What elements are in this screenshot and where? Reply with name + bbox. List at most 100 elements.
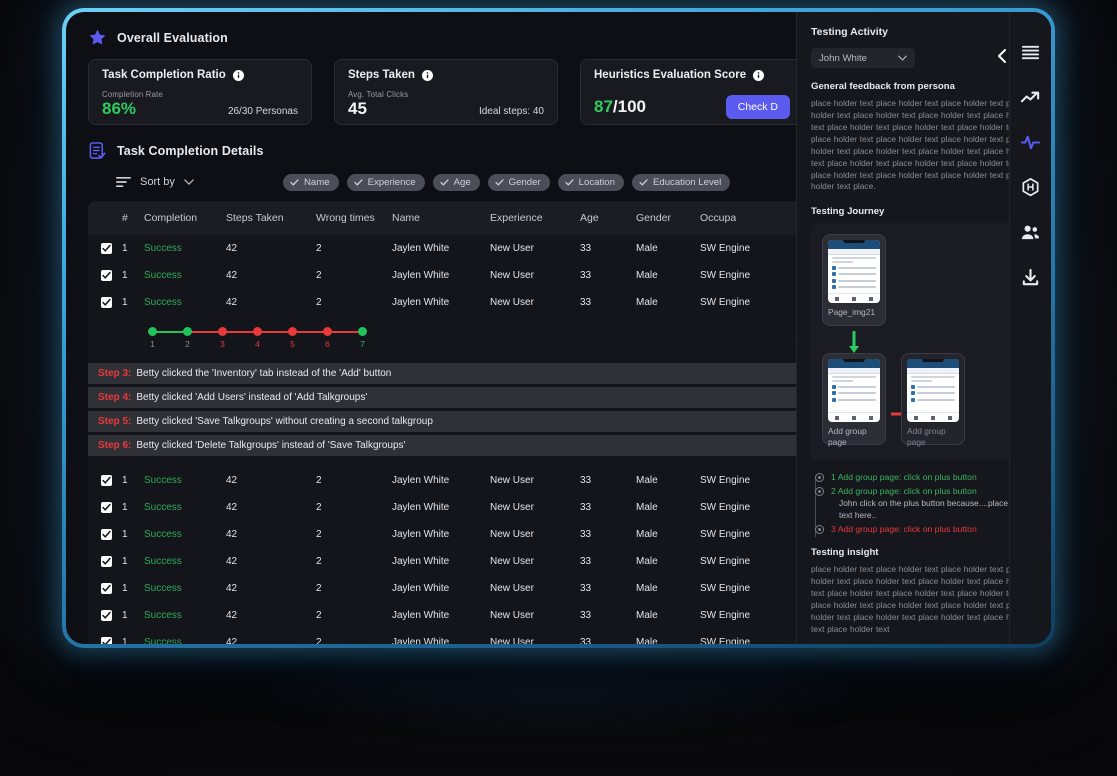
journey-card-add-group-page-1[interactable]: Add group page (822, 353, 886, 447)
row-select-checkbox[interactable] (88, 297, 122, 308)
filter-chip-gender[interactable]: Gender (487, 173, 550, 191)
cell-experience: New User (490, 502, 534, 513)
checkbox[interactable] (101, 270, 112, 281)
previous-persona-button[interactable] (997, 48, 1007, 68)
star-icon (88, 28, 107, 47)
table-row[interactable]: 1 Success 42 2 Jaylen White New User 33 Male SW … (88, 521, 804, 548)
phone-text (917, 392, 955, 395)
checkbox[interactable] (101, 475, 112, 486)
timeline-node[interactable] (323, 327, 332, 336)
table-row[interactable]: 1 Success 42 2 Jaylen White New User 33 Male SW … (88, 548, 804, 575)
row-select-checkbox[interactable] (88, 610, 122, 621)
cell-gender: Male (636, 529, 658, 540)
filter-chip-experience[interactable]: Experience (346, 173, 425, 191)
cell-age: 33 (580, 529, 592, 540)
sort-by-control[interactable]: Sort by (88, 176, 283, 188)
activity-pulse-icon[interactable] (1020, 132, 1041, 153)
trending-up-icon[interactable] (1020, 87, 1041, 108)
table-row[interactable]: 1 Success 42 2 Jaylen White New User 33 Male SW … (88, 289, 804, 316)
info-icon[interactable] (753, 69, 765, 81)
journey-step[interactable]: 1 Add group page: click on plus button (815, 471, 1039, 483)
error-step-row[interactable]: Step 4: Betty clicked 'Add Users' instead… (88, 387, 804, 408)
table-row[interactable]: 1 Success 42 2 Jaylen White New User 33 Male SW … (88, 602, 804, 629)
menu-icon[interactable] (1020, 42, 1041, 63)
checkbox[interactable] (101, 583, 112, 594)
checkbox[interactable] (101, 610, 112, 621)
row-select-checkbox[interactable] (88, 529, 122, 540)
cell-gender: Male (636, 243, 658, 254)
checkbox[interactable] (101, 556, 112, 567)
checkbox[interactable] (101, 502, 112, 513)
timeline-node[interactable] (218, 327, 227, 336)
error-step-row[interactable]: Step 3: Betty clicked the 'Inventory' tab… (88, 363, 804, 384)
column-header-steps-taken: Steps Taken (226, 212, 284, 224)
checkbox[interactable] (101, 243, 112, 254)
timeline-node[interactable] (253, 327, 262, 336)
filter-chip-age[interactable]: Age (432, 173, 480, 191)
row-select-checkbox[interactable] (88, 583, 122, 594)
error-step-row[interactable]: Step 5: Betty clicked 'Save Talkgroups' w… (88, 411, 804, 432)
row-select-checkbox[interactable] (88, 475, 122, 486)
cell-completion: Success (144, 243, 182, 254)
document-check-icon (88, 141, 107, 160)
filter-chip-label: Gender (508, 176, 541, 188)
cell-name: Jaylen White (392, 502, 450, 513)
cell-steps-taken: 42 (226, 475, 238, 486)
column-header-completion: Completion (144, 212, 198, 224)
task-completion-details-header: Task Completion Details (88, 141, 804, 160)
table-row[interactable]: 1 Success 42 2 Jaylen White New User 33 Male SW … (88, 467, 804, 494)
info-icon[interactable] (232, 69, 244, 81)
timeline-segment (257, 330, 292, 333)
phone-screenshot (828, 359, 880, 423)
cell-experience: New User (490, 610, 534, 621)
phone-status-bar (828, 240, 880, 250)
phone-text (838, 266, 876, 269)
filter-chip-education-level[interactable]: Education Level (631, 173, 731, 191)
download-icon[interactable] (1020, 267, 1041, 288)
cell-index: 1 (122, 637, 128, 644)
cell-age: 33 (580, 270, 592, 281)
cell-age: 33 (580, 583, 592, 594)
phone-bullet (832, 391, 836, 396)
journey-step[interactable]: 3 Add group page: click on plus button (815, 523, 1039, 535)
journey-card-page-img21[interactable]: Page_img21 (822, 234, 886, 327)
filter-chip-location[interactable]: Location (557, 173, 624, 191)
timeline-node[interactable] (183, 327, 192, 336)
table-row[interactable]: 1 Success 42 2 Jaylen White New User 33 Male SW … (88, 575, 804, 602)
table-row[interactable]: 1 Success 42 2 Jaylen White New User 33 Male SW … (88, 494, 804, 521)
cell-index: 1 (122, 529, 128, 540)
users-icon[interactable] (1020, 222, 1041, 243)
sort-by-label: Sort by (140, 176, 175, 188)
checkbox[interactable] (101, 297, 112, 308)
timeline-node[interactable] (358, 327, 367, 336)
panel-collapse-handle[interactable] (797, 342, 798, 376)
phone-tabbar (828, 249, 880, 256)
hexagon-h-icon[interactable] (1020, 177, 1041, 198)
row-select-checkbox[interactable] (88, 637, 122, 644)
row-select-checkbox[interactable] (88, 556, 122, 567)
table-row[interactable]: 1 Success 42 2 Jaylen White New User 33 Male SW … (88, 235, 804, 262)
table-row[interactable]: 1 Success 42 2 Jaylen White New User 33 Male SW … (88, 629, 804, 644)
table-row[interactable]: 1 Success 42 2 Jaylen White New User 33 Male SW … (88, 262, 804, 289)
row-select-checkbox[interactable] (88, 502, 122, 513)
cell-occupation: SW Engine (700, 637, 751, 644)
timeline-node[interactable] (148, 327, 157, 336)
filter-chip-name[interactable]: Name (283, 173, 339, 191)
timeline-segment (327, 330, 362, 333)
checkbox[interactable] (101, 529, 112, 540)
kpi-title-text: Steps Taken (348, 69, 415, 81)
timeline-node[interactable] (288, 327, 297, 336)
info-icon[interactable] (421, 69, 433, 81)
cell-occupation: SW Engine (700, 529, 751, 540)
journey-card-add-group-page-2[interactable]: Add group page (901, 353, 965, 447)
row-select-checkbox[interactable] (88, 270, 122, 281)
cell-completion: Success (144, 475, 182, 486)
cell-age: 33 (580, 556, 592, 567)
journey-step[interactable]: 2 Add group page: click on plus button Jo… (815, 485, 1039, 522)
persona-select[interactable]: John White (811, 48, 915, 68)
checkbox[interactable] (101, 637, 112, 644)
kpi-title-text: Task Completion Ratio (102, 69, 226, 81)
error-step-row[interactable]: Step 6: Betty clicked 'Delete Talkgroups'… (88, 435, 804, 456)
row-select-checkbox[interactable] (88, 243, 122, 254)
check-details-button[interactable]: Check D (725, 95, 790, 119)
